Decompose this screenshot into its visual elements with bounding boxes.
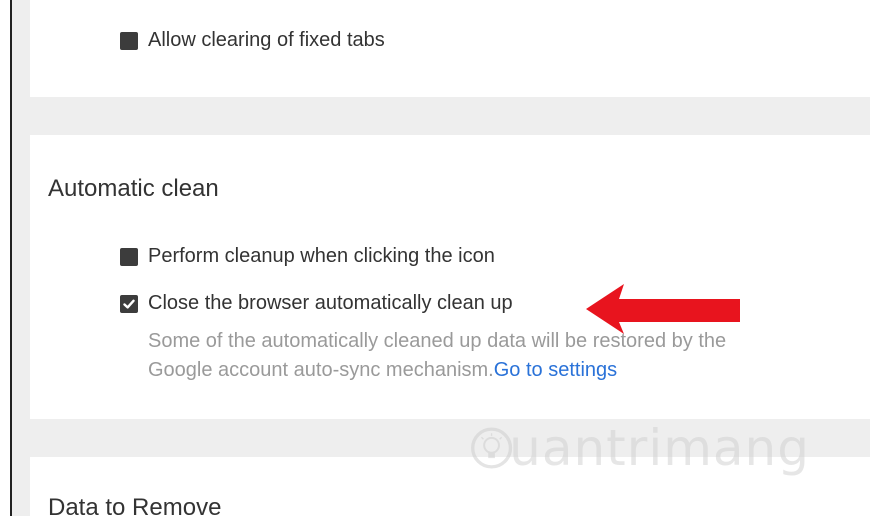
lightbulb-icon: [471, 427, 513, 469]
cleanup-on-icon-label: Perform cleanup when clicking the icon: [148, 245, 495, 267]
go-to-settings-link[interactable]: Go to settings: [494, 359, 617, 381]
auto-sync-description-text: Some of the automatically cleaned up dat…: [148, 330, 727, 381]
cleanup-on-icon-option[interactable]: Perform cleanup when clicking the icon: [120, 245, 495, 268]
data-to-remove-title: Data to Remove: [48, 494, 222, 516]
watermark-text: uantrimang: [509, 419, 810, 477]
auto-sync-description: Some of the automatically cleaned up dat…: [148, 327, 788, 385]
cleanup-on-close-checkbox[interactable]: [120, 294, 138, 313]
watermark: uantrimang: [470, 413, 810, 483]
red-arrow-icon: [586, 284, 740, 334]
fixed-tabs-label: Allow clearing of fixed tabs: [148, 29, 385, 51]
automatic-clean-title: Automatic clean: [48, 175, 219, 202]
cleanup-on-icon-checkbox[interactable]: [120, 247, 138, 266]
fixed-tabs-option[interactable]: Allow clearing of fixed tabs: [120, 29, 385, 52]
cleanup-on-close-label: Close the browser automatically clean up: [148, 292, 513, 314]
checkmark-icon: [123, 299, 135, 309]
cleanup-on-close-option[interactable]: Close the browser automatically clean up: [120, 292, 513, 315]
fixed-tabs-checkbox[interactable]: [120, 31, 138, 50]
